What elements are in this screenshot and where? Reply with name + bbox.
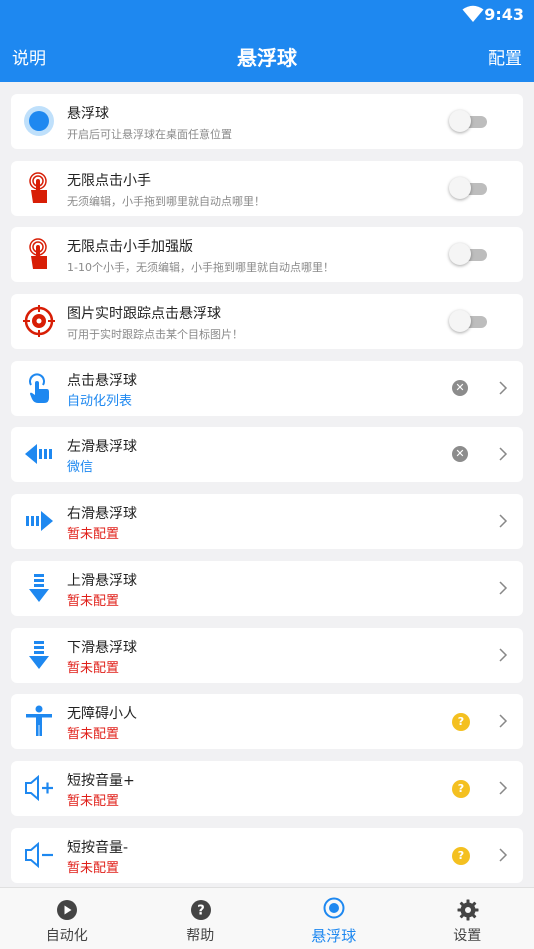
nav-label: 设置 — [453, 928, 482, 944]
item-config: 暂未配置 — [67, 860, 120, 876]
wifi-icon — [462, 5, 484, 22]
nav-automation[interactable]: 自动化 — [0, 888, 134, 949]
chevron-right-icon[interactable] — [497, 579, 509, 597]
list-item-swipe-down[interactable]: 下滑悬浮球 暂未配置 — [11, 627, 523, 683]
swipe-left-icon — [25, 444, 52, 465]
item-config: 暂未配置 — [67, 660, 120, 676]
nav-label: 悬浮球 — [311, 927, 357, 945]
list-item-swipe-right[interactable]: 右滑悬浮球 暂未配置 — [11, 494, 523, 550]
chevron-right-icon[interactable] — [497, 646, 509, 664]
nav-label: 自动化 — [45, 928, 88, 944]
tap-hand-icon — [29, 171, 47, 203]
item-title: 悬浮球 — [67, 106, 109, 122]
item-config: 暂未配置 — [67, 527, 120, 543]
item-config: 暂未配置 — [67, 793, 120, 809]
image-tracking-toggle[interactable] — [449, 310, 487, 333]
list-item-floating-ball[interactable]: 悬浮球 开启后可让悬浮球在桌面任意位置 — [11, 94, 523, 149]
app-bar: 说明 悬浮球 配置 — [0, 30, 534, 82]
nav-help[interactable]: ? 帮助 — [134, 888, 268, 949]
item-desc: 无须编辑，小手拖到哪里就自动点哪里！ — [67, 194, 265, 208]
item-config: 自动化列表 — [67, 393, 133, 409]
swipe-up-icon — [29, 573, 49, 602]
list-item-volume-up[interactable]: 短按音量+ 暂未配置 ? — [11, 760, 523, 816]
list-item-swipe-left[interactable]: 左滑悬浮球 微信 ✕ — [11, 427, 523, 483]
touch-icon — [29, 373, 49, 403]
chevron-right-icon[interactable] — [497, 779, 509, 797]
list-item-image-tracking[interactable]: 图片实时跟踪点击悬浮球 可用于实时跟踪点击某个目标图片！ — [11, 294, 523, 350]
target-icon — [23, 305, 55, 338]
help-icon[interactable]: ? — [452, 713, 470, 732]
item-desc: 开启后可让悬浮球在桌面任意位置 — [67, 128, 232, 141]
item-title: 左滑悬浮球 — [67, 439, 137, 456]
item-title: 点击悬浮球 — [67, 372, 137, 389]
chevron-right-icon[interactable] — [497, 846, 509, 864]
play-circle-icon — [57, 900, 77, 920]
radio-button-icon — [323, 897, 345, 919]
help-circle-icon: ? — [190, 900, 211, 920]
item-title: 无障碍小人 — [67, 706, 137, 723]
swipe-right-icon — [26, 511, 53, 532]
item-desc: 1-10个小手，无须编辑，小手拖到哪里就自动点哪里！ — [67, 261, 334, 275]
tap-hand-toggle[interactable] — [449, 176, 487, 199]
accessibility-icon — [26, 705, 52, 737]
status-time: 9:43 — [484, 5, 524, 24]
item-config: 暂未配置 — [67, 593, 120, 609]
item-title: 图片实时跟踪点击悬浮球 — [67, 306, 221, 323]
item-desc: 可用于实时跟踪点击某个目标图片！ — [67, 328, 243, 342]
svg-text:?: ? — [197, 904, 205, 919]
help-icon[interactable]: ? — [452, 779, 470, 798]
floating-ball-icon — [24, 106, 54, 136]
item-title: 无限点击小手 — [67, 172, 151, 189]
item-config: 暂未配置 — [67, 727, 120, 743]
list-item-tap-hand[interactable]: 无限点击小手 无须编辑，小手拖到哪里就自动点哪里！ — [11, 160, 523, 216]
chevron-right-icon[interactable] — [497, 712, 509, 730]
list-item-volume-down[interactable]: 短按音量- 暂未配置 ? — [11, 827, 523, 883]
bottom-nav: 自动化 ? 帮助 悬浮球 设置 — [0, 887, 534, 949]
tap-hand-plus-icon — [29, 238, 47, 270]
swipe-down-icon — [29, 640, 49, 669]
config-button[interactable]: 配置 — [488, 44, 522, 69]
list-item-accessibility[interactable]: 无障碍小人 暂未配置 ? — [11, 694, 523, 750]
clear-icon[interactable]: ✕ — [452, 446, 468, 463]
status-bar: 9:43 — [0, 0, 534, 30]
feature-list: 悬浮球 开启后可让悬浮球在桌面任意位置 无限点击小手 无须编辑，小手拖到哪里就自… — [11, 94, 523, 894]
list-item-swipe-up[interactable]: 上滑悬浮球 暂未配置 — [11, 560, 523, 616]
item-title: 短按音量+ — [67, 772, 135, 789]
clear-icon[interactable]: ✕ — [452, 379, 468, 396]
item-config: 微信 — [67, 460, 94, 476]
chevron-right-icon[interactable] — [497, 445, 509, 463]
chevron-right-icon[interactable] — [497, 379, 509, 397]
item-title: 无限点击小手加强版 — [67, 239, 193, 256]
volume-up-icon — [25, 774, 53, 802]
nav-label: 帮助 — [186, 928, 215, 944]
list-item-tap-hand-plus[interactable]: 无限点击小手加强版 1-10个小手，无须编辑，小手拖到哪里就自动点哪里！ — [11, 227, 523, 283]
page-title: 悬浮球 — [237, 46, 297, 70]
list-item-click-ball[interactable]: 点击悬浮球 自动化列表 ✕ — [11, 360, 523, 416]
floating-ball-toggle[interactable] — [449, 110, 487, 132]
help-icon[interactable]: ? — [452, 846, 470, 865]
gear-icon — [457, 899, 478, 921]
item-title: 短按音量- — [67, 839, 129, 856]
volume-down-icon — [25, 841, 53, 868]
chevron-right-icon[interactable] — [497, 512, 509, 530]
item-title: 下滑悬浮球 — [67, 639, 137, 656]
item-title: 上滑悬浮球 — [67, 572, 137, 589]
nav-settings[interactable]: 设置 — [401, 888, 534, 949]
tap-hand-plus-toggle[interactable] — [449, 243, 487, 266]
nav-floating-ball[interactable]: 悬浮球 — [267, 888, 401, 949]
item-title: 右滑悬浮球 — [67, 506, 137, 523]
